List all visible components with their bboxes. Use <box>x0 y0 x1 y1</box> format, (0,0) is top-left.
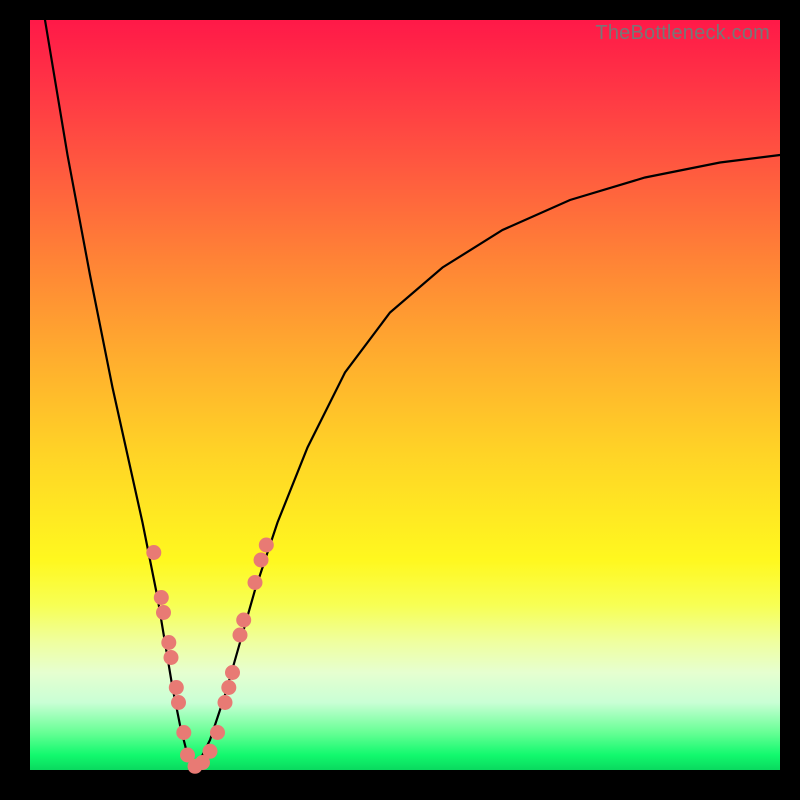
data-dot <box>218 695 233 710</box>
chart-frame: TheBottleneck.com <box>0 0 800 800</box>
data-dot <box>254 553 269 568</box>
data-dot <box>154 590 169 605</box>
data-dot <box>221 680 236 695</box>
data-dot <box>248 575 263 590</box>
data-dot <box>225 665 240 680</box>
plot-area: TheBottleneck.com <box>30 20 780 770</box>
curve-curve-right <box>195 155 780 770</box>
curve-svg <box>30 20 780 770</box>
data-dot <box>259 538 274 553</box>
data-dot <box>146 545 161 560</box>
data-dot <box>176 725 191 740</box>
data-dot <box>210 725 225 740</box>
data-dot <box>236 613 251 628</box>
data-dot <box>203 744 218 759</box>
data-dot <box>233 628 248 643</box>
data-dot <box>164 650 179 665</box>
data-dot <box>161 635 176 650</box>
data-dot <box>156 605 171 620</box>
data-dot <box>171 695 186 710</box>
bottleneck-curve <box>45 20 780 770</box>
data-dot <box>169 680 184 695</box>
